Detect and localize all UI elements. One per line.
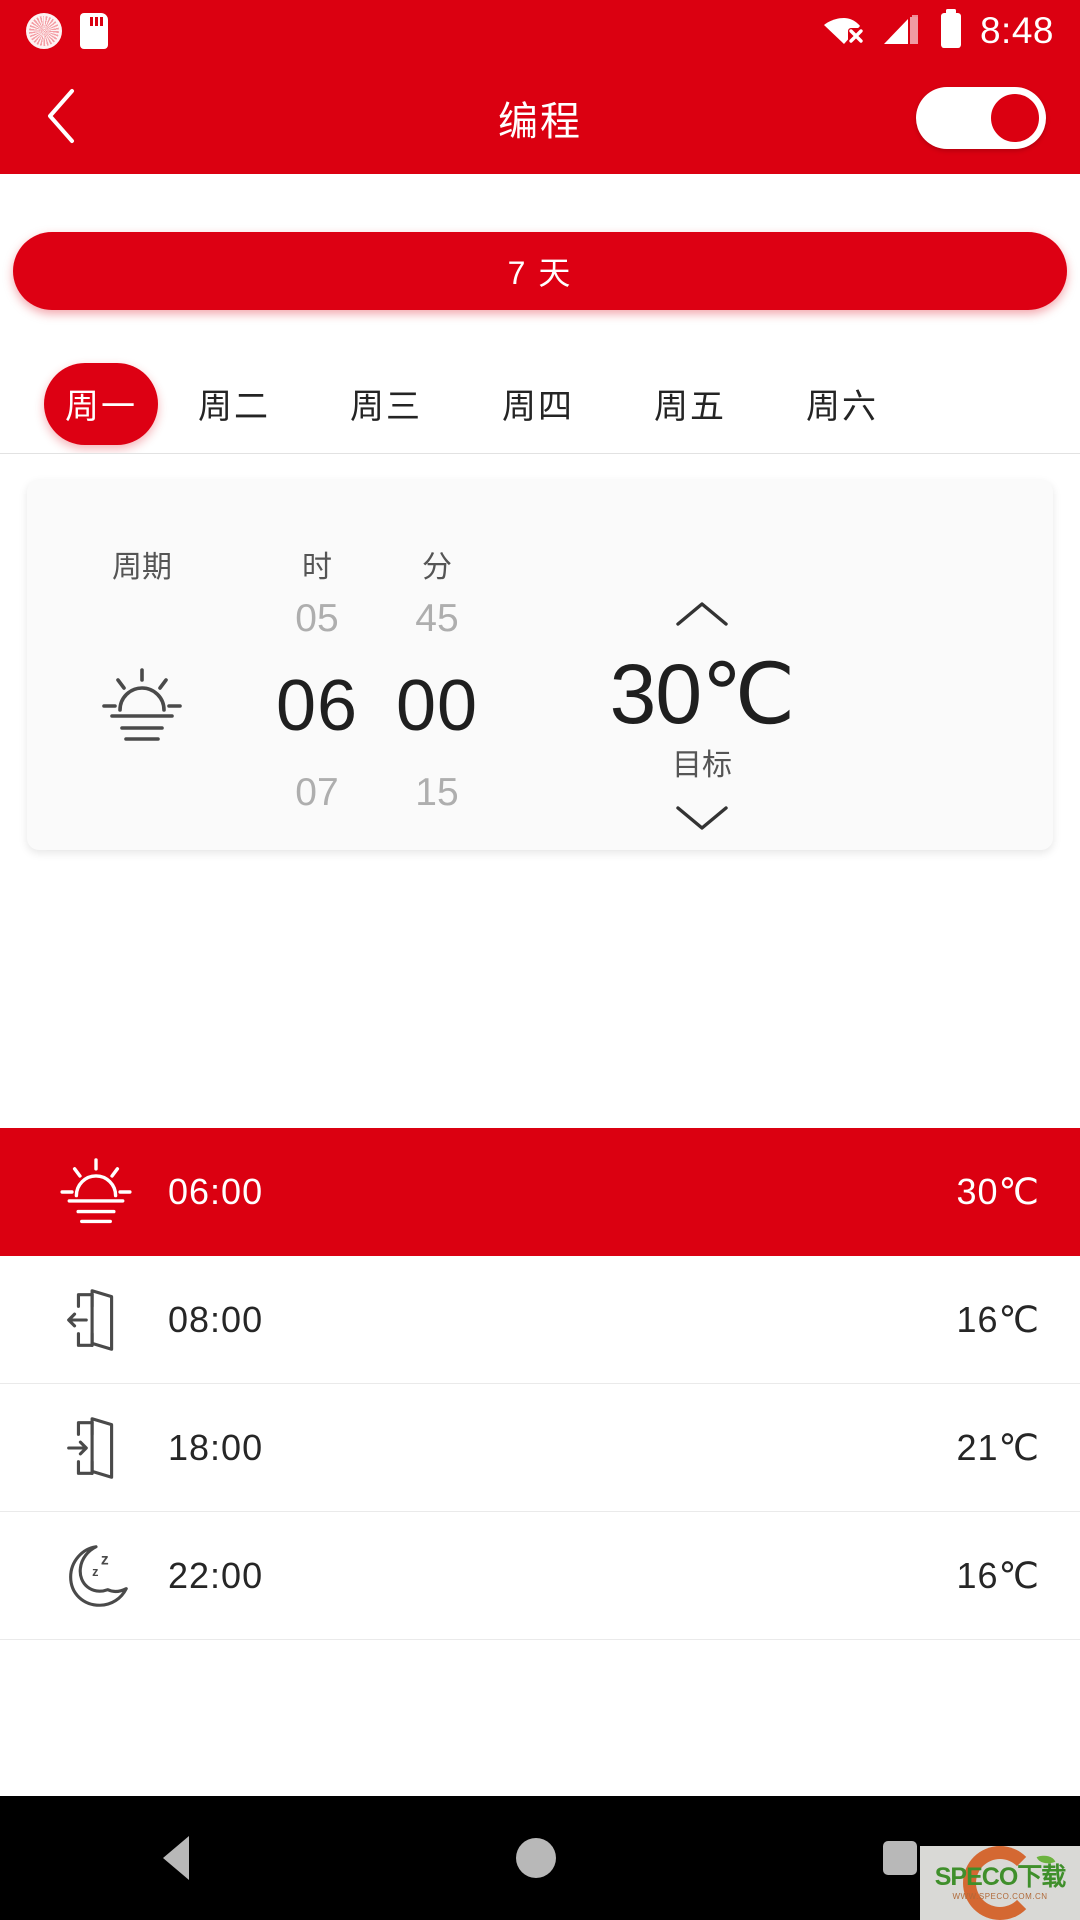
cycle-picker[interactable]: [27, 586, 257, 826]
svg-text:z: z: [101, 1551, 109, 1568]
app-screen: 8:48 编程 7 天 周一 周二 周三 周四 周五 周六 周期 时 分 05 …: [0, 0, 1080, 1920]
picker-grid: 05 06 07 45 00 15 30℃ 目标: [27, 586, 1053, 844]
sunrise-icon: [40, 1156, 152, 1228]
table-row[interactable]: 18:00 21℃: [0, 1384, 1080, 1512]
mode-7days-button[interactable]: 7 天: [13, 232, 1067, 310]
chevron-down-icon: [672, 801, 732, 840]
chevron-up-icon: [672, 597, 732, 636]
sunrise-icon: [27, 652, 257, 760]
row-temperature: 21℃: [956, 1426, 1040, 1468]
temperature-stepper[interactable]: 30℃ 目标: [537, 586, 867, 850]
table-row[interactable]: 06:00 30℃: [0, 1128, 1080, 1256]
return-home-icon: [40, 1409, 152, 1487]
recents-square-icon[interactable]: [882, 1841, 917, 1875]
table-row[interactable]: 08:00 16℃: [0, 1256, 1080, 1384]
sleep-moon-icon: z z: [40, 1537, 152, 1615]
signal-icon: [882, 11, 922, 52]
schedule-list: 06:00 30℃ 08:00 16℃ 18:00 21℃ z z 22:00 …: [0, 1128, 1080, 1640]
day-tabs[interactable]: 周一 周二 周三 周四 周五 周六: [0, 354, 1080, 454]
hour-picker[interactable]: 05 06 07: [257, 586, 377, 826]
site-watermark: SPECO下载 WWW.SPECO.COM.CN: [920, 1846, 1080, 1920]
row-temperature: 16℃: [956, 1298, 1040, 1340]
hour-selected-value[interactable]: 06: [257, 652, 377, 760]
schedule-editor-card: 周期 时 分 05 06 07 45 00 15 30℃ 目标: [27, 480, 1053, 850]
row-time: 18:00: [168, 1426, 264, 1468]
leave-home-icon: [40, 1281, 152, 1359]
day-tab-friday[interactable]: 周五: [614, 363, 766, 445]
day-tab-wednesday[interactable]: 周三: [310, 363, 462, 445]
watermark-url: WWW.SPECO.COM.CN: [952, 1892, 1048, 1901]
chevron-left-icon: [42, 87, 82, 150]
temperature-decrease-button[interactable]: [537, 790, 867, 850]
temperature-label: 目标: [672, 749, 732, 782]
row-temperature: 16℃: [956, 1554, 1040, 1596]
wifi-off-icon: [822, 10, 866, 53]
sd-card-icon: [80, 13, 108, 49]
header-hour: 时: [302, 551, 332, 584]
minute-previous-value[interactable]: 45: [377, 586, 497, 652]
mode-button-wrap: 7 天: [0, 174, 1080, 310]
toggle-knob: [988, 91, 1042, 145]
back-triangle-icon[interactable]: [163, 1836, 190, 1880]
app-bar: 编程: [0, 62, 1080, 174]
hour-previous-value[interactable]: 05: [257, 586, 377, 652]
row-time: 22:00: [168, 1554, 264, 1596]
temperature-value: 30℃: [609, 647, 796, 741]
row-temperature: 30℃: [956, 1171, 1040, 1212]
row-time: 06:00: [168, 1171, 264, 1212]
status-bar-right-icons: 8:48: [822, 8, 1054, 54]
cycle-next-slot: [27, 760, 257, 826]
status-bar: 8:48: [0, 0, 1080, 62]
day-tab-tuesday[interactable]: 周二: [158, 363, 310, 445]
table-row[interactable]: z z 22:00 16℃: [0, 1512, 1080, 1640]
day-tab-saturday[interactable]: 周六: [766, 363, 918, 445]
day-tab-monday[interactable]: 周一: [44, 362, 158, 445]
android-nav-bar: [0, 1796, 1080, 1920]
status-bar-clock: 8:48: [979, 10, 1054, 51]
picker-headers: 周期 时 分: [27, 480, 1053, 586]
hour-next-value[interactable]: 07: [257, 760, 377, 826]
status-bar-left-icons: [26, 13, 108, 49]
row-time: 08:00: [168, 1298, 264, 1340]
day-tab-thursday[interactable]: 周四: [462, 363, 614, 445]
svg-text:z: z: [92, 1565, 98, 1579]
home-circle-icon[interactable]: [515, 1838, 556, 1878]
temperature-increase-button[interactable]: [537, 586, 867, 646]
minute-next-value[interactable]: 15: [377, 760, 497, 826]
watermark-title: SPECO下载: [934, 1863, 1067, 1891]
watermark-text: SPECO下载 WWW.SPECO.COM.CN: [934, 1863, 1067, 1901]
dial-icon: [26, 13, 62, 49]
battery-icon: [938, 8, 964, 54]
header-minute: 分: [422, 551, 452, 584]
cycle-prev-slot: [27, 586, 257, 652]
picker-card-wrap: 周期 时 分 05 06 07 45 00 15 30℃ 目标: [0, 454, 1080, 850]
back-button[interactable]: [34, 88, 90, 146]
header-cycle: 周期: [112, 551, 172, 584]
program-enable-toggle[interactable]: [916, 87, 1046, 149]
minute-selected-value[interactable]: 00: [377, 652, 497, 760]
minute-picker[interactable]: 45 00 15: [377, 586, 497, 826]
